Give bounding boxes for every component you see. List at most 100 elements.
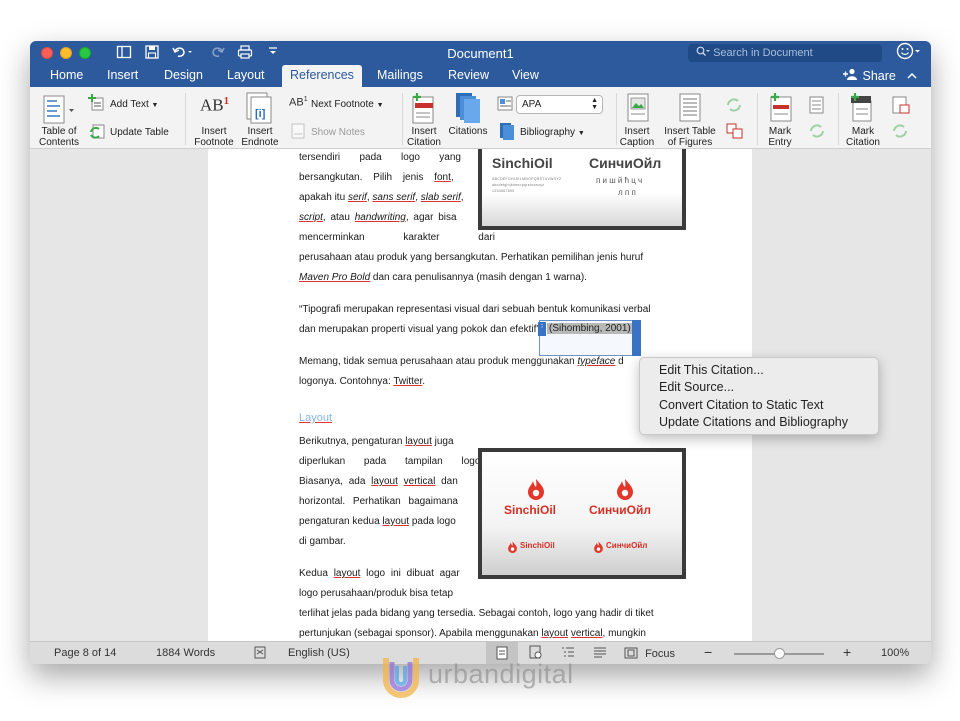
paragraph-line: bersangkutan. Pilih jenis font, — [299, 172, 454, 183]
tab-layout[interactable]: Layout — [227, 68, 265, 82]
dropdown-arrow-icon: ▼ — [376, 102, 384, 109]
update-table-icon[interactable] — [88, 124, 106, 145]
mark-entry-label: Mark Entry — [768, 126, 792, 148]
search-icon — [696, 46, 710, 60]
menu-item-edit-this-citation[interactable]: Edit This Citation... — [659, 363, 764, 377]
paragraph-line: Biasanya, ada layout vertical dan — [299, 476, 458, 487]
tab-references[interactable]: References — [282, 65, 362, 87]
word-count[interactable]: 1884 Words — [156, 647, 215, 659]
ribbon-tabs: Home Insert Design Layout References Mai… — [30, 65, 931, 87]
update-table-of-authorities-icon[interactable] — [892, 123, 908, 144]
focus-mode-button[interactable]: Focus — [624, 647, 675, 662]
flame-icon — [615, 478, 635, 505]
proofing-icon[interactable] — [253, 645, 267, 662]
language-status[interactable]: English (US) — [288, 647, 350, 659]
add-text-label[interactable]: Add Text ▼ — [110, 99, 158, 111]
add-text-icon[interactable] — [88, 94, 106, 117]
citation-style-icon — [497, 96, 515, 117]
update-table-figures-icon[interactable] — [726, 97, 742, 118]
tab-view[interactable]: View — [512, 68, 539, 82]
logo-cyrillic-small: СинчиОйл — [606, 541, 648, 550]
menu-item-update-citations[interactable]: Update Citations and Bibliography — [659, 415, 848, 429]
add-person-icon — [843, 68, 862, 83]
citation-options-button[interactable] — [632, 320, 641, 356]
page-count[interactable]: Page 8 of 14 — [54, 647, 116, 659]
citation-content-control[interactable]: ⋮ (Sihombing, 2001) — [538, 320, 641, 356]
insert-caption-label: Insert Caption — [619, 126, 655, 148]
layout-logo-image[interactable]: SinchiOil СинчиОйл SinchiOil СинчиОйл — [478, 448, 686, 579]
logo-latin-text: SinchiOil — [492, 155, 553, 171]
insert-citation-icon[interactable] — [410, 93, 438, 130]
bibliography-icon[interactable] — [498, 122, 516, 145]
paragraph-line: diperlukan pada tampilan logo. — [299, 456, 484, 467]
citation-handle-icon[interactable]: ⋮ — [538, 321, 546, 336]
paragraph-line: pengaturan kedua layout pada logo — [299, 516, 456, 527]
logo-cyrillic-text: СинчиОйл — [589, 503, 651, 517]
tab-design[interactable]: Design — [164, 68, 203, 82]
bibliography-label[interactable]: Bibliography ▼ — [520, 127, 585, 139]
zoom-slider[interactable] — [734, 648, 824, 659]
focus-icon — [624, 647, 638, 662]
svg-text:[i]: [i] — [255, 108, 266, 120]
mark-citation-label: Mark Citation — [846, 126, 880, 148]
citation-context-menu: Edit This Citation... Edit Source... Con… — [639, 357, 879, 435]
insert-citation-label: Insert Citation — [407, 126, 441, 148]
update-index-icon[interactable] — [809, 123, 825, 144]
citations-label[interactable]: Citations — [445, 126, 491, 137]
ribbon-separator — [185, 93, 186, 145]
search-input[interactable]: Search in Document — [688, 44, 882, 62]
logo-digits: 1234567890 — [492, 189, 515, 193]
urbandigital-logo-icon — [382, 656, 420, 703]
paragraph-line: mencerminkan karakter dari — [299, 232, 495, 243]
zoom-slider-thumb[interactable] — [774, 648, 785, 659]
paragraph-line: script, atau handwriting, agar bisa — [299, 212, 457, 223]
paragraph-line: Maven Pro Bold dan cara penulisannya (ma… — [299, 272, 587, 283]
zoom-level[interactable]: 100% — [881, 647, 909, 659]
insert-table-of-authorities-icon[interactable] — [892, 96, 910, 119]
tab-insert[interactable]: Insert — [107, 68, 138, 82]
paragraph-line: terlihat jelas pada bidang yang tersedia… — [299, 608, 654, 619]
update-table-label[interactable]: Update Table — [110, 127, 169, 138]
citation-text: (Sihombing, 2001) — [547, 323, 633, 334]
tab-review[interactable]: Review — [448, 68, 489, 82]
menu-item-edit-source[interactable]: Edit Source... — [659, 380, 734, 394]
next-footnote-label[interactable]: Next Footnote ▼ — [311, 99, 384, 111]
menu-item-convert-citation[interactable]: Convert Citation to Static Text — [659, 398, 823, 412]
cross-reference-icon[interactable] — [726, 123, 744, 144]
paragraph-line: horizontal. Perhatikan bagaimana — [299, 496, 458, 507]
logo-cyrillic-text: СинчиОйл — [589, 155, 662, 171]
tab-mailings[interactable]: Mailings — [377, 68, 423, 82]
logo-latin-text: SinchiOil — [504, 503, 557, 517]
share-label: Share — [862, 69, 896, 83]
flame-icon — [593, 540, 604, 558]
table-of-contents-icon[interactable] — [42, 95, 76, 130]
insert-index-icon[interactable] — [809, 96, 825, 119]
citations-icon[interactable] — [454, 92, 482, 129]
paragraph-line: pertunjukan (sebagai sponsor). Apabila m… — [299, 628, 646, 639]
collapse-ribbon-icon[interactable] — [907, 69, 917, 83]
paragraph-line: logo perusahaan/produk bisa tetap — [299, 588, 454, 599]
insert-endnote-icon[interactable]: [i] — [246, 92, 274, 129]
draft-view-icon[interactable] — [593, 645, 607, 662]
insert-table-of-figures-icon[interactable] — [678, 93, 702, 128]
insert-footnote-icon[interactable]: AB1 — [200, 95, 229, 116]
zoom-out-button[interactable]: − — [704, 644, 712, 660]
zoom-in-button[interactable]: + — [843, 644, 851, 660]
section-heading: Layout — [299, 412, 333, 424]
citation-style-select[interactable]: APA ▲ ▼ — [516, 95, 603, 114]
insert-footnote-label: Insert Footnote — [194, 126, 234, 148]
feedback-smiley-icon[interactable] — [896, 41, 922, 66]
insert-caption-icon[interactable] — [626, 93, 650, 128]
ribbon-separator — [838, 93, 839, 145]
table-of-contents-label: Table of Contents — [38, 126, 80, 148]
mark-citation-icon[interactable] — [848, 93, 876, 128]
typography-logo-image[interactable]: SinchiOil СинчиОйл ABCDEFGHIJKLMNOPQRSTU… — [478, 149, 686, 230]
show-notes-label: Show Notes — [311, 127, 365, 138]
insert-table-of-figures-label: Insert Table of Figures — [664, 126, 716, 148]
stepper-arrows-icon: ▲ ▼ — [591, 97, 598, 111]
mark-entry-icon[interactable] — [768, 93, 794, 128]
share-button[interactable]: Share — [843, 68, 917, 83]
next-footnote-icon[interactable]: AB1 — [289, 96, 308, 109]
quote-line: dan merupakan properti visual yang pokok… — [299, 324, 540, 335]
tab-home[interactable]: Home — [50, 68, 83, 82]
